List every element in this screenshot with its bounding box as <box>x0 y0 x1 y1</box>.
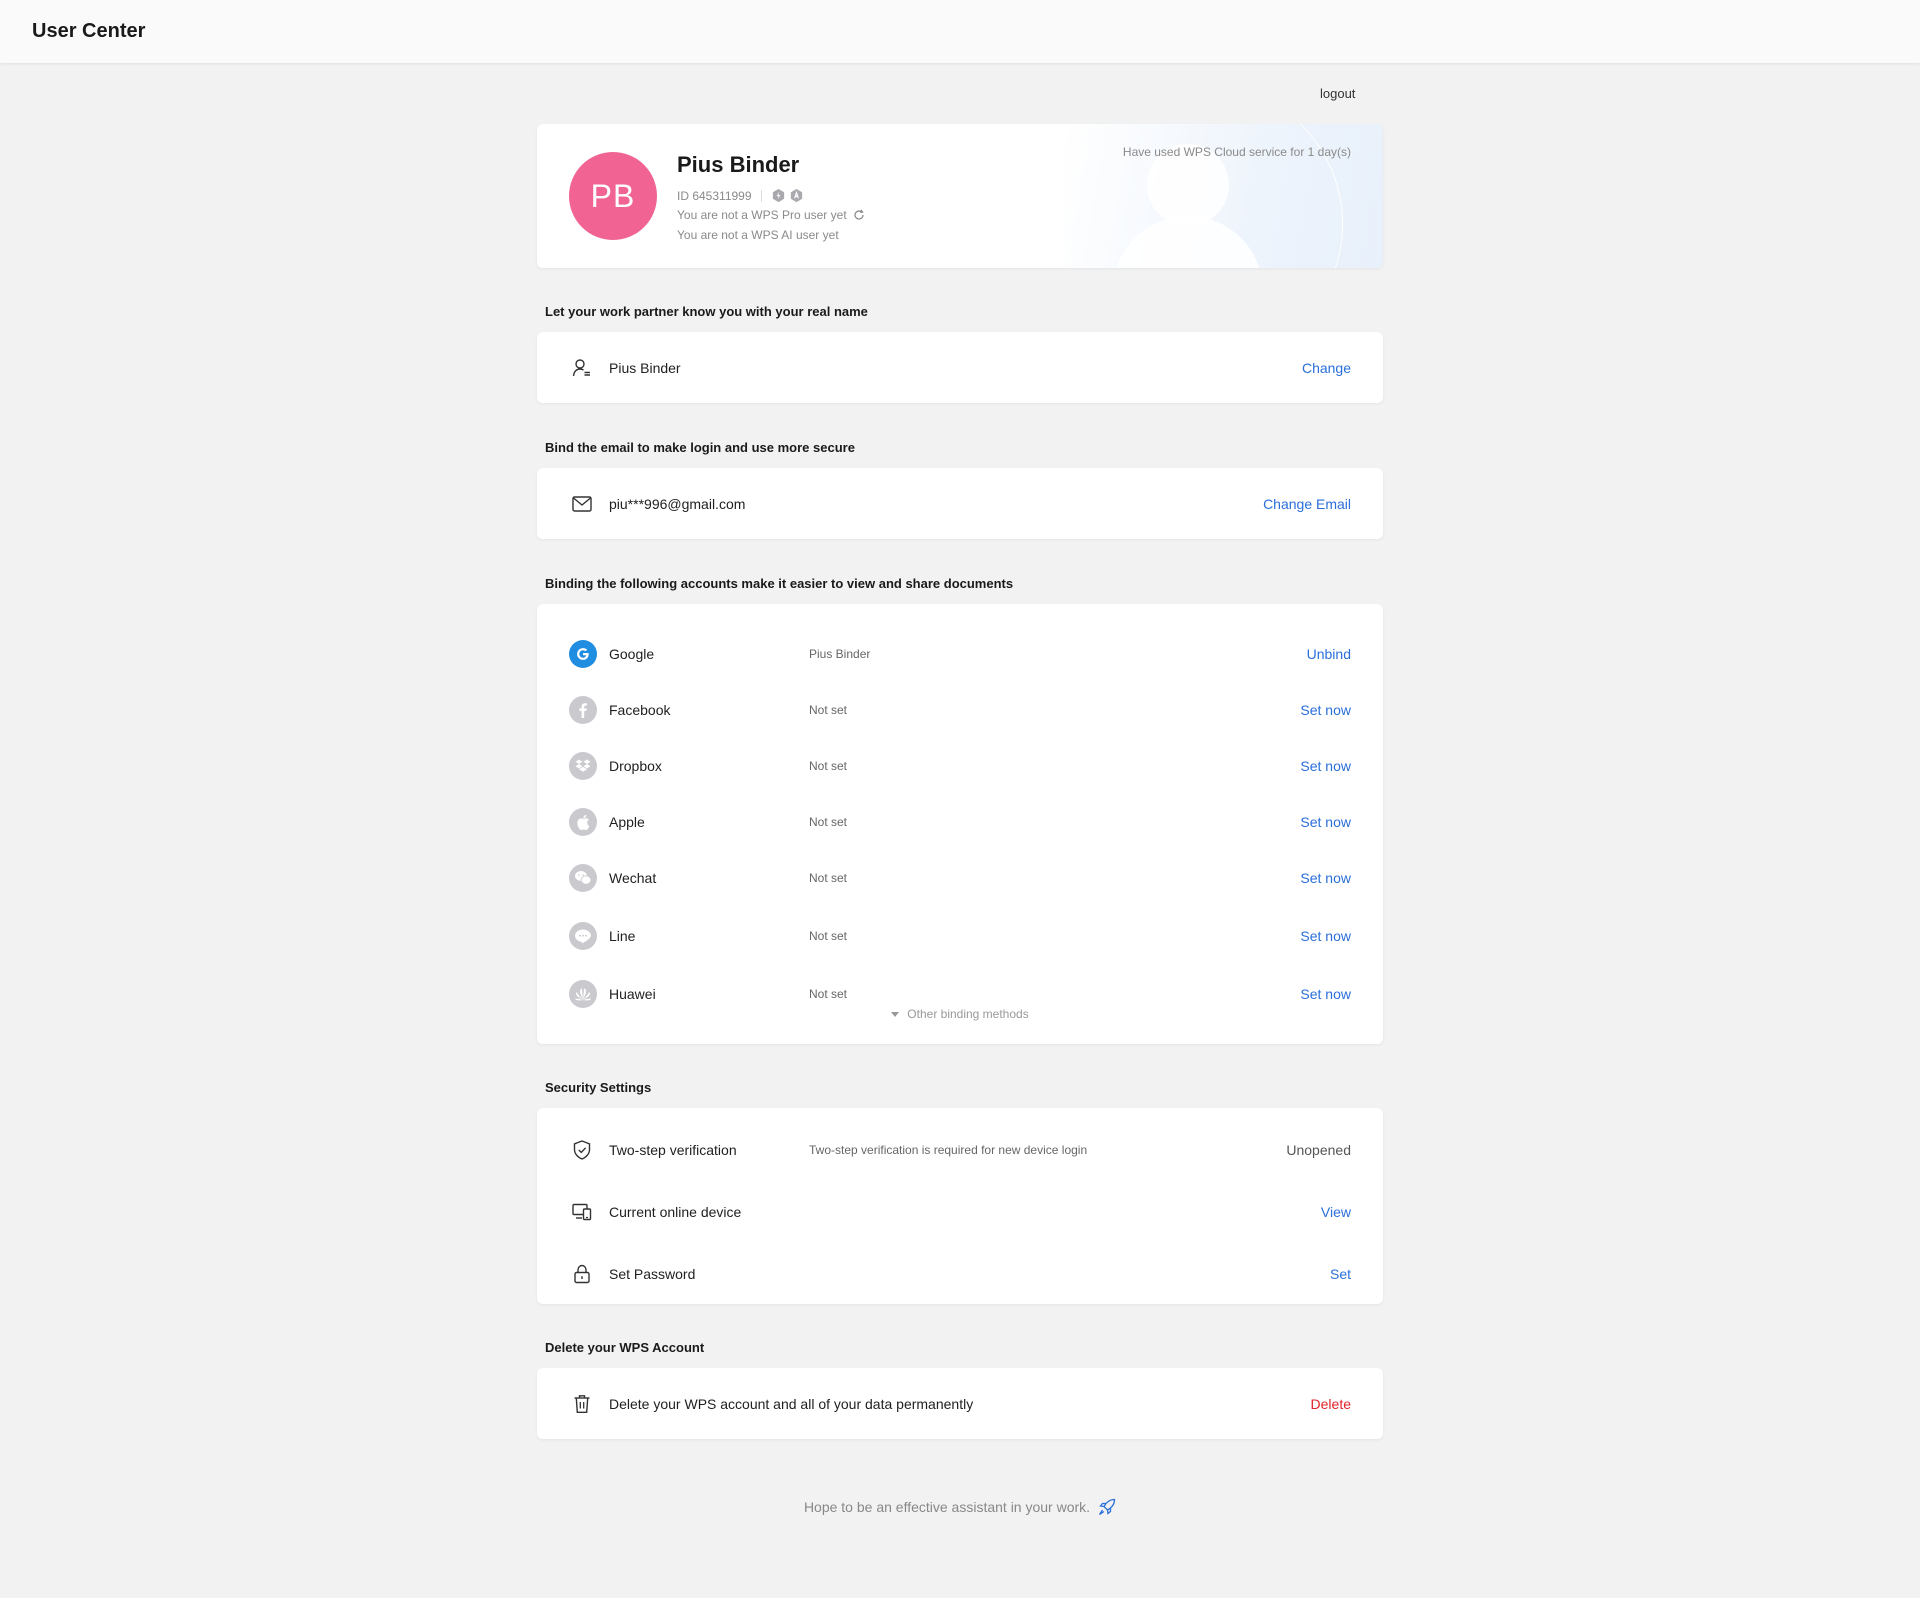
security-heading: Security Settings <box>545 1080 652 1095</box>
other-binding-methods-toggle[interactable]: Other binding methods <box>537 1005 1383 1023</box>
set-password-button[interactable]: Set <box>1330 1266 1351 1282</box>
trash-icon <box>571 1393 593 1415</box>
real-name-card: Pius Binder Change <box>537 332 1383 403</box>
binding-row-facebook: Facebook Not set Set now <box>537 696 1383 724</box>
profile-id-row: ID 645311999 <box>677 188 807 203</box>
set-apple-button[interactable]: Set now <box>1300 814 1351 830</box>
delete-account-card: Delete your WPS account and all of your … <box>537 1368 1383 1439</box>
avatar[interactable]: PB <box>569 152 657 240</box>
binding-row-google: Google Pius Binder Unbind <box>537 640 1383 668</box>
security-item-name: Current online device <box>609 1204 742 1220</box>
refresh-icon[interactable] <box>853 209 865 221</box>
dropbox-icon <box>569 752 597 780</box>
binding-status: Not set <box>809 871 848 885</box>
delete-account-row: Delete your WPS account and all of your … <box>537 1368 1383 1439</box>
binding-row-dropbox: Dropbox Not set Set now <box>537 752 1383 780</box>
binding-name: Apple <box>609 814 645 830</box>
email-row: piu***996@gmail.com Change Email <box>537 468 1383 539</box>
real-name-heading: Let your work partner know you with your… <box>545 304 868 319</box>
pro-badge-icon[interactable] <box>771 188 786 203</box>
usage-duration: Have used WPS Cloud service for 1 day(s) <box>1122 145 1351 159</box>
change-name-button[interactable]: Change <box>1302 360 1351 376</box>
binding-status: Pius Binder <box>809 647 871 661</box>
change-email-button[interactable]: Change Email <box>1263 496 1351 512</box>
logout-link[interactable]: logout <box>1320 86 1355 101</box>
footer-text: Hope to be an effective assistant in you… <box>803 1499 1091 1515</box>
user-card-icon <box>571 357 593 379</box>
security-row-devices: Current online device View <box>537 1200 1383 1224</box>
profile-name: Pius Binder <box>677 152 800 177</box>
binding-row-apple: Apple Not set Set now <box>537 808 1383 836</box>
unbind-google-button[interactable]: Unbind <box>1307 646 1351 662</box>
devices-icon <box>571 1201 593 1223</box>
security-row-two-step: Two-step verification Two-step verificat… <box>537 1138 1383 1162</box>
binding-status: Not set <box>809 759 848 773</box>
binding-status: Not set <box>809 703 848 717</box>
page-title: User Center <box>32 20 146 42</box>
caret-down-icon <box>891 1011 900 1017</box>
google-icon <box>569 640 597 668</box>
set-dropbox-button[interactable]: Set now <box>1300 758 1351 774</box>
email-card: piu***996@gmail.com Change Email <box>537 468 1383 539</box>
binding-status: Not set <box>809 987 848 1001</box>
lock-icon <box>571 1263 593 1285</box>
pro-status: You are not a WPS Pro user yet <box>677 208 847 222</box>
top-bar: User Center <box>0 0 1920 63</box>
security-row-password: Set Password Set <box>537 1262 1383 1286</box>
delete-account-heading: Delete your WPS Account <box>545 1340 705 1355</box>
set-huawei-button[interactable]: Set now <box>1300 986 1351 1002</box>
email-value: piu***996@gmail.com <box>609 495 746 512</box>
security-item-name: Two-step verification <box>609 1142 737 1158</box>
two-step-status[interactable]: Unopened <box>1286 1142 1351 1158</box>
binding-name: Line <box>609 928 636 944</box>
real-name-value: Pius Binder <box>609 359 681 376</box>
other-binding-methods-label: Other binding methods <box>907 1007 1029 1021</box>
footer: Hope to be an effective assistant in you… <box>0 1498 1920 1516</box>
binding-row-line: Line Not set Set now <box>537 922 1383 950</box>
binding-status: Not set <box>809 929 848 943</box>
set-wechat-button[interactable]: Set now <box>1300 870 1351 886</box>
view-devices-button[interactable]: View <box>1321 1204 1351 1220</box>
wechat-icon <box>569 864 597 892</box>
delete-account-desc: Delete your WPS account and all of your … <box>609 1395 974 1412</box>
set-facebook-button[interactable]: Set now <box>1300 702 1351 718</box>
security-item-desc: Two-step verification is required for ne… <box>809 1143 1088 1157</box>
mail-icon <box>571 493 593 515</box>
facebook-icon <box>569 696 597 724</box>
binding-name: Facebook <box>609 702 671 718</box>
pro-status-row: You are not a WPS Pro user yet <box>677 208 865 222</box>
security-card: Two-step verification Two-step verificat… <box>537 1108 1383 1304</box>
apple-icon <box>569 808 597 836</box>
email-heading: Bind the email to make login and use mor… <box>545 440 855 455</box>
ai-status: You are not a WPS AI user yet <box>677 228 839 242</box>
rocket-icon <box>1099 1498 1116 1516</box>
binding-row-huawei: Huawei Not set Set now <box>537 980 1383 1008</box>
line-icon <box>569 922 597 950</box>
binding-name: Google <box>609 646 655 662</box>
profile-id: ID 645311999 <box>677 188 752 203</box>
binding-name: Huawei <box>609 986 656 1002</box>
profile-card: PB Pius Binder ID 645311999 You are not … <box>537 124 1383 268</box>
bindings-card: Google Pius Binder Unbind Facebook Not s… <box>537 604 1383 1044</box>
delete-account-button[interactable]: Delete <box>1311 1396 1351 1412</box>
huawei-icon <box>569 980 597 1008</box>
binding-name: Wechat <box>609 870 657 886</box>
binding-row-wechat: Wechat Not set Set now <box>537 864 1383 892</box>
binding-name: Dropbox <box>609 758 662 774</box>
binding-status: Not set <box>809 815 848 829</box>
set-line-button[interactable]: Set now <box>1300 928 1351 944</box>
security-item-name: Set Password <box>609 1266 696 1282</box>
shield-check-icon <box>571 1139 593 1161</box>
real-name-row: Pius Binder Change <box>537 332 1383 403</box>
ai-badge-icon[interactable] <box>789 188 804 203</box>
bindings-heading: Binding the following accounts make it e… <box>545 576 1014 591</box>
